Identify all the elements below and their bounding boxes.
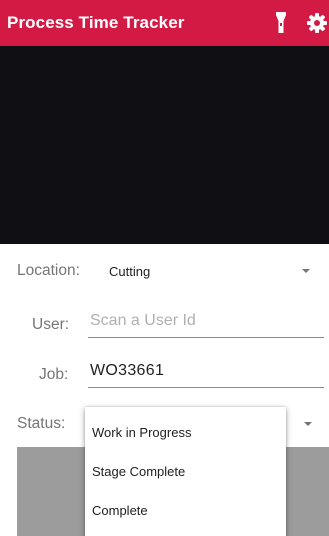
camera-preview[interactable] — [0, 46, 329, 244]
user-label: User: — [32, 316, 70, 333]
status-option-stage-complete[interactable]: Stage Complete — [85, 453, 286, 491]
location-dropdown[interactable]: Cutting — [92, 256, 324, 286]
job-label: Job: — [39, 366, 69, 383]
status-dropdown[interactable] — [286, 408, 326, 438]
status-option-label: Complete — [92, 503, 148, 518]
status-option-work-in-progress[interactable]: Work in Progress — [85, 414, 286, 452]
flashlight-button[interactable] — [270, 10, 292, 36]
status-option-label: Stage Complete — [92, 464, 186, 479]
location-value: Cutting — [109, 264, 151, 279]
dropdown-arrow-icon — [302, 269, 310, 273]
flashlight-icon — [276, 12, 286, 33]
dropdown-arrow-icon — [304, 422, 312, 426]
user-id-input[interactable] — [88, 308, 324, 338]
status-option-label: Work in Progress — [92, 425, 192, 440]
status-options-menu: Work in Progress Stage Complete Complete — [85, 407, 286, 536]
status-label: Status: — [17, 415, 66, 432]
app-screen: Process Time Tracker Location: Cutting U… — [0, 0, 329, 536]
job-input[interactable] — [88, 358, 324, 388]
status-option-complete[interactable]: Complete — [85, 492, 286, 530]
app-title: Process Time Tracker — [7, 13, 185, 32]
location-label: Location: — [17, 262, 80, 279]
app-bar: Process Time Tracker — [0, 0, 329, 46]
settings-button[interactable] — [305, 10, 329, 36]
gear-icon — [307, 13, 327, 33]
